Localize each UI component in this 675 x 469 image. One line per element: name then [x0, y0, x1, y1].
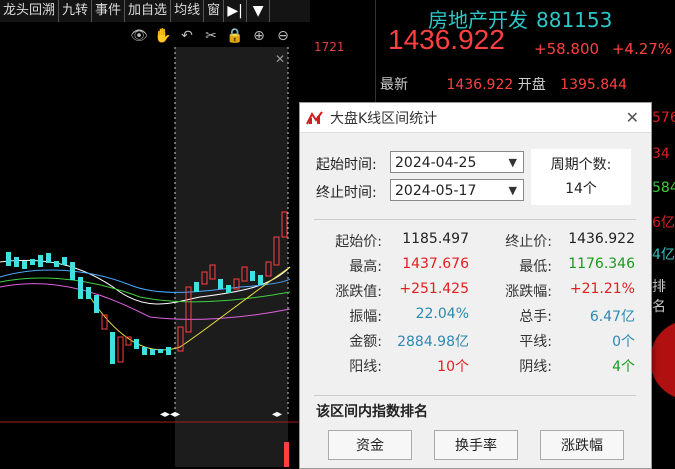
- side-value: 34: [652, 146, 670, 162]
- stats-row: 涨跌值: +251.425 涨跌幅: +21.21%: [300, 281, 651, 303]
- rank-section-title: 该区间内指数排名: [316, 404, 428, 420]
- change-percent: +4.27%: [611, 40, 673, 58]
- stat-label: 终止价:: [505, 234, 552, 250]
- stat-value: +251.425: [399, 281, 469, 297]
- divider: [314, 219, 636, 220]
- price-axis-label: 1721: [314, 40, 345, 54]
- stat-label: 总手:: [519, 309, 552, 325]
- stock-code: 881153: [536, 8, 613, 32]
- chart-close-icon[interactable]: ✕: [275, 52, 285, 66]
- start-date-select[interactable]: 2024-04-25 ▼: [390, 151, 524, 173]
- price-change: +58.800 +4.27%: [534, 40, 672, 58]
- chevron-down-icon: ▼: [508, 156, 517, 169]
- divider: [314, 395, 636, 396]
- stats-row: 阳线: 10个 阴线: 4个: [300, 356, 651, 378]
- period-count-label: 周期个数:: [550, 157, 612, 173]
- tab-events[interactable]: 事件: [92, 0, 126, 22]
- turnover-rank-button[interactable]: 换手率: [434, 430, 518, 460]
- stat-label: 起始价:: [335, 234, 382, 250]
- interval-stats-dialog: 大盘K线区间统计 ✕ 起始时间: 2024-04-25 ▼ 终止时间: 2024…: [299, 102, 652, 469]
- dialog-title-bar: 大盘K线区间统计 ✕: [300, 103, 651, 133]
- latest-label: 最新: [380, 77, 408, 93]
- start-time-label: 起始时间:: [316, 157, 377, 173]
- tab-window[interactable]: 窗: [204, 0, 225, 22]
- side-value: 576: [652, 110, 675, 126]
- open-label: 开盘: [517, 77, 546, 93]
- close-icon[interactable]: ✕: [626, 108, 639, 127]
- stats-row: 起始价: 1185.497 终止价: 1436.922: [300, 231, 651, 253]
- stat-label: 涨跌值:: [335, 284, 382, 300]
- lock-icon[interactable]: 🔒: [226, 28, 244, 44]
- top-tab-bar: 龙头回溯 九转 事件 加自选 均线 窗 ▶| ▼: [0, 0, 310, 22]
- range-drag-handle-right[interactable]: ◂▸: [272, 409, 282, 420]
- zoom-out-icon[interactable]: ⊖: [274, 28, 292, 44]
- tab-add-watchlist[interactable]: 加自选: [125, 0, 172, 22]
- candlestick-chart[interactable]: ◂▸◂▸ ◂▸: [0, 47, 300, 467]
- stats-row: 最高: 1437.676 最低: 1176.346: [300, 256, 651, 278]
- capital-rank-button[interactable]: 资金: [328, 430, 412, 460]
- candlestick-icon: [306, 110, 323, 124]
- side-value: 排名: [652, 279, 666, 315]
- stat-label: 阴线:: [519, 359, 552, 375]
- change-rank-button[interactable]: 涨跌幅: [540, 430, 624, 460]
- chevron-down-icon[interactable]: ▼: [247, 0, 271, 22]
- tab-moving-average[interactable]: 均线: [171, 0, 205, 22]
- stat-value: 2884.98亿: [397, 334, 469, 350]
- hand-icon[interactable]: ✋: [154, 28, 172, 44]
- side-value: 584: [652, 180, 675, 196]
- chevron-down-icon: ▼: [508, 184, 517, 197]
- stat-value: 6.47亿: [589, 309, 635, 325]
- stats-row: 振幅: 22.04% 总手: 6.47亿: [300, 306, 651, 328]
- stat-value: +21.21%: [569, 281, 635, 297]
- zoom-in-icon[interactable]: ⊕: [250, 28, 268, 44]
- stat-label: 金额:: [349, 334, 382, 350]
- stat-value: 10个: [437, 359, 469, 375]
- side-value: 6亿: [652, 215, 675, 231]
- stat-value: 0个: [612, 334, 635, 350]
- stat-value: 4个: [612, 359, 635, 375]
- stat-label: 最高:: [349, 259, 382, 275]
- tab-longtou[interactable]: 龙头回溯: [0, 0, 60, 22]
- selected-range-shade: [175, 47, 288, 467]
- latest-value: 1436.922: [446, 77, 514, 93]
- stat-value: 22.04%: [415, 306, 469, 322]
- start-date-value: 2024-04-25: [395, 155, 477, 171]
- open-value: 1395.844: [560, 77, 627, 93]
- undo-icon[interactable]: ↶: [178, 28, 196, 44]
- stat-value: 1436.922: [568, 231, 635, 247]
- stat-value: 1176.346: [568, 256, 635, 272]
- current-price: 1436.922: [388, 24, 505, 55]
- side-value: 4亿: [652, 247, 675, 263]
- skip-forward-icon[interactable]: ▶|: [224, 0, 248, 22]
- chart-toolbar: 👁 ✋ ↶ ✂ 🔒 ⊕ ⊖: [130, 25, 292, 47]
- stat-label: 最低:: [519, 259, 552, 275]
- dialog-title: 大盘K线区间统计: [330, 110, 438, 127]
- stat-label: 振幅:: [349, 309, 382, 325]
- period-count-value: 14个: [565, 181, 597, 197]
- stat-value: 1185.497: [402, 231, 469, 247]
- end-time-label: 终止时间:: [316, 185, 377, 201]
- scissors-icon[interactable]: ✂: [202, 28, 220, 44]
- change-value: +58.800: [534, 40, 600, 58]
- stat-label: 涨跌幅:: [505, 284, 552, 300]
- period-count-box: 周期个数: 14个: [531, 149, 631, 205]
- quote-row-latest: 最新 1436.922 开盘 1395.844: [380, 74, 675, 94]
- end-date-value: 2024-05-17: [395, 183, 477, 199]
- range-drag-handle-left[interactable]: ◂▸◂▸: [160, 409, 180, 420]
- stats-row: 金额: 2884.98亿 平线: 0个: [300, 331, 651, 353]
- eye-icon[interactable]: 👁: [130, 28, 148, 44]
- end-date-select[interactable]: 2024-05-17 ▼: [390, 179, 524, 201]
- stat-label: 平线:: [519, 334, 552, 350]
- tab-jiuzhuan[interactable]: 九转: [59, 0, 93, 22]
- stat-label: 阳线:: [349, 359, 382, 375]
- volume-bar: [284, 442, 289, 467]
- stat-value: 1437.676: [402, 256, 469, 272]
